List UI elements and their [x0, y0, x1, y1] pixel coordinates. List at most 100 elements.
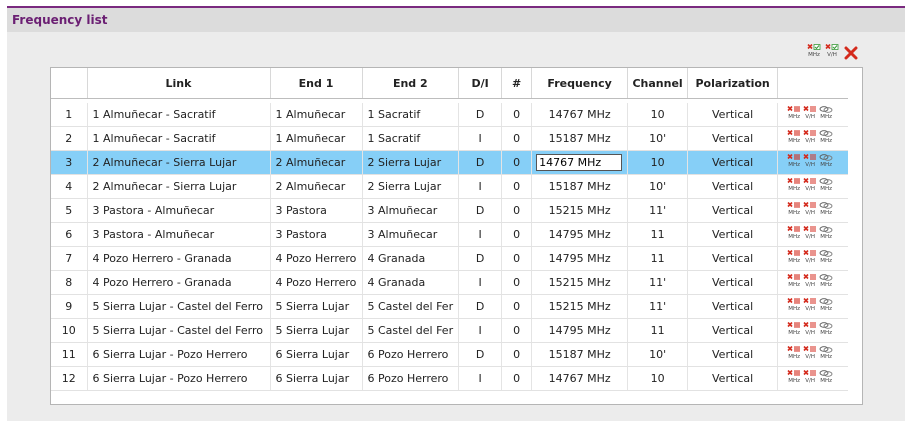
di-cell[interactable]: D [458, 198, 503, 223]
vh-icon[interactable]: V/H [803, 225, 817, 241]
end1-cell[interactable]: 6 Sierra Lujar [270, 366, 363, 391]
end2-cell[interactable]: 1 Sacratif [362, 126, 460, 151]
table-row[interactable]: 11 6 Sierra Lujar - Pozo Herrero 6 Sierra … [51, 342, 848, 367]
mhz-icon[interactable]: MHz [787, 153, 801, 169]
link-cell[interactable]: 6 Sierra Lujar - Pozo Herrero [87, 366, 271, 391]
di-cell[interactable]: I [458, 270, 503, 295]
frequency-cell[interactable]: 15215 MHz [531, 294, 629, 319]
mhz-icon[interactable]: MHz [787, 201, 801, 217]
mhz-icon[interactable]: MHz [787, 105, 801, 121]
row-number[interactable]: 1 [51, 103, 88, 127]
end2-cell[interactable]: 6 Pozo Herrero [362, 366, 460, 391]
link-icon[interactable]: MHz [819, 369, 833, 385]
col-header-frequency[interactable]: Frequency [531, 68, 629, 99]
polarization-cell[interactable]: Vertical [687, 222, 779, 247]
link-icon[interactable]: MHz [819, 297, 833, 313]
vh-icon[interactable]: V/H [803, 105, 817, 121]
number-cell[interactable]: 0 [501, 270, 533, 295]
number-cell[interactable]: 0 [501, 222, 533, 247]
end1-cell[interactable]: 6 Sierra Lujar [270, 342, 363, 367]
vh-tool-icon[interactable]: V/H [825, 44, 839, 59]
col-header-channel[interactable]: Channel [627, 68, 689, 99]
link-cell[interactable]: 4 Pozo Herrero - Granada [87, 270, 271, 295]
number-cell[interactable]: 0 [501, 150, 533, 175]
vh-icon[interactable]: V/H [803, 249, 817, 265]
row-number[interactable]: 3 [51, 150, 88, 175]
polarization-cell[interactable]: Vertical [687, 246, 779, 271]
frequency-cell[interactable] [531, 150, 629, 175]
frequency-cell[interactable]: 14795 MHz [531, 222, 629, 247]
di-cell[interactable]: D [458, 103, 503, 127]
di-cell[interactable]: D [458, 294, 503, 319]
mhz-tool-icon[interactable]: MHz [807, 44, 821, 59]
di-cell[interactable]: I [458, 222, 503, 247]
polarization-cell[interactable]: Vertical [687, 366, 779, 391]
table-row[interactable]: 32 Almuñecar - Sierra Lujar 2 Almuñecar 2 … [51, 150, 848, 175]
link-cell[interactable]: 3 Pastora - Almuñecar [87, 198, 271, 223]
frequency-cell[interactable]: 14795 MHz [531, 318, 629, 343]
table-row[interactable]: 12 6 Sierra Lujar - Pozo Herrero 6 Sierra … [51, 366, 848, 391]
link-icon[interactable]: MHz [819, 177, 833, 193]
table-row[interactable]: 63 Pastora - Almuñecar 3 Pastora 3 Almuñec… [51, 222, 848, 247]
di-cell[interactable]: D [458, 246, 503, 271]
delete-all-icon[interactable] [844, 46, 858, 60]
end1-cell[interactable]: 1 Almuñecar [270, 126, 363, 151]
table-row[interactable]: 74 Pozo Herrero - Granada 4 Pozo Herrero 4… [51, 246, 848, 271]
di-cell[interactable]: D [458, 150, 503, 175]
end2-cell[interactable]: 4 Granada [362, 246, 460, 271]
vh-icon[interactable]: V/H [803, 153, 817, 169]
end1-cell[interactable]: 2 Almuñecar [270, 150, 363, 175]
row-number[interactable]: 6 [51, 222, 88, 247]
number-cell[interactable]: 0 [501, 246, 533, 271]
number-cell[interactable]: 0 [501, 366, 533, 391]
channel-cell[interactable]: 11' [627, 198, 689, 223]
table-row[interactable]: 95 Sierra Lujar - Castel del Ferro 5 Sier… [51, 294, 848, 319]
link-icon[interactable]: MHz [819, 273, 833, 289]
mhz-icon[interactable]: MHz [787, 129, 801, 145]
end1-cell[interactable]: 1 Almuñecar [270, 103, 363, 127]
channel-cell[interactable]: 10 [627, 150, 689, 175]
frequency-cell[interactable]: 14795 MHz [531, 246, 629, 271]
end2-cell[interactable]: 3 Almuñecar [362, 222, 460, 247]
row-number[interactable]: 4 [51, 174, 88, 199]
table-row[interactable]: 84 Pozo Herrero - Granada 4 Pozo Herrero 4… [51, 270, 848, 295]
vh-icon[interactable]: V/H [803, 345, 817, 361]
end2-cell[interactable]: 5 Castel del Fer [362, 294, 460, 319]
link-icon[interactable]: MHz [819, 201, 833, 217]
mhz-icon[interactable]: MHz [787, 321, 801, 337]
link-icon[interactable]: MHz [819, 321, 833, 337]
row-number[interactable]: 12 [51, 366, 88, 391]
col-header-link[interactable]: Link [87, 68, 271, 99]
frequency-cell[interactable]: 15187 MHz [531, 126, 629, 151]
di-cell[interactable]: I [458, 318, 503, 343]
frequency-cell[interactable]: 15215 MHz [531, 198, 629, 223]
end2-cell[interactable]: 6 Pozo Herrero [362, 342, 460, 367]
row-number[interactable]: 5 [51, 198, 88, 223]
vh-icon[interactable]: V/H [803, 297, 817, 313]
vh-icon[interactable]: V/H [803, 273, 817, 289]
link-icon[interactable]: MHz [819, 105, 833, 121]
table-row[interactable]: 10 5 Sierra Lujar - Castel del Ferro 5 Sie… [51, 318, 848, 343]
frequency-cell[interactable]: 15187 MHz [531, 342, 629, 367]
end2-cell[interactable]: 3 Almuñecar [362, 198, 460, 223]
mhz-icon[interactable]: MHz [787, 345, 801, 361]
polarization-cell[interactable]: Vertical [687, 318, 779, 343]
di-cell[interactable]: D [458, 342, 503, 367]
link-cell[interactable]: 6 Sierra Lujar - Pozo Herrero [87, 342, 271, 367]
vh-icon[interactable]: V/H [803, 321, 817, 337]
vh-icon[interactable]: V/H [803, 129, 817, 145]
link-cell[interactable]: 5 Sierra Lujar - Castel del Ferro [87, 318, 271, 343]
channel-cell[interactable]: 11 [627, 318, 689, 343]
row-number[interactable]: 9 [51, 294, 88, 319]
link-cell[interactable]: 1 Almuñecar - Sacratif [87, 126, 271, 151]
channel-cell[interactable]: 11 [627, 246, 689, 271]
col-header-end2[interactable]: End 2 [362, 68, 460, 99]
link-cell[interactable]: 3 Pastora - Almuñecar [87, 222, 271, 247]
polarization-cell[interactable]: Vertical [687, 294, 779, 319]
channel-cell[interactable]: 11' [627, 294, 689, 319]
number-cell[interactable]: 0 [501, 174, 533, 199]
row-number[interactable]: 8 [51, 270, 88, 295]
channel-cell[interactable]: 10' [627, 174, 689, 199]
end1-cell[interactable]: 4 Pozo Herrero [270, 246, 363, 271]
channel-cell[interactable]: 10' [627, 126, 689, 151]
